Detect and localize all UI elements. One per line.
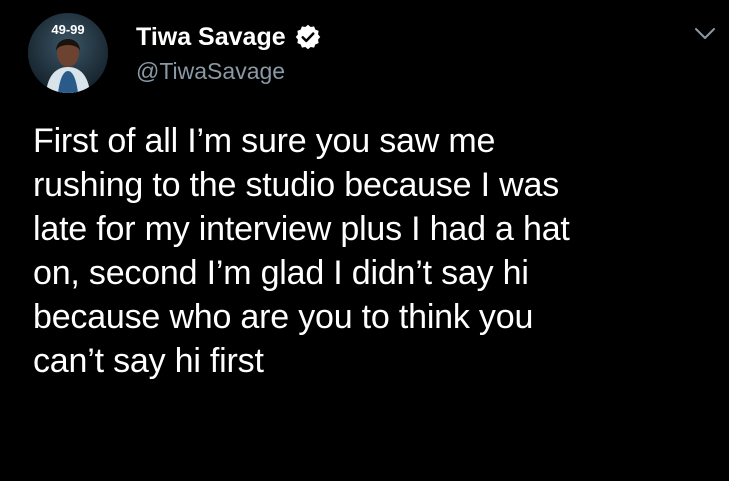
- author-handle[interactable]: @TiwaSavage: [136, 55, 285, 87]
- chevron-down-icon[interactable]: [692, 20, 718, 46]
- verified-badge-icon: [294, 23, 322, 51]
- avatar[interactable]: 49-99: [28, 13, 108, 93]
- tweet-text: First of all I’m sure you saw me rushing…: [33, 122, 570, 380]
- avatar-badge-text: 49-99: [51, 22, 84, 37]
- author-name-row: Tiwa Savage: [136, 20, 322, 54]
- avatar-image: 49-99: [28, 13, 108, 93]
- author-display-name[interactable]: Tiwa Savage: [136, 20, 286, 54]
- tweet-card: 49-99 Tiwa Savage @TiwaSavage First of a…: [0, 0, 729, 481]
